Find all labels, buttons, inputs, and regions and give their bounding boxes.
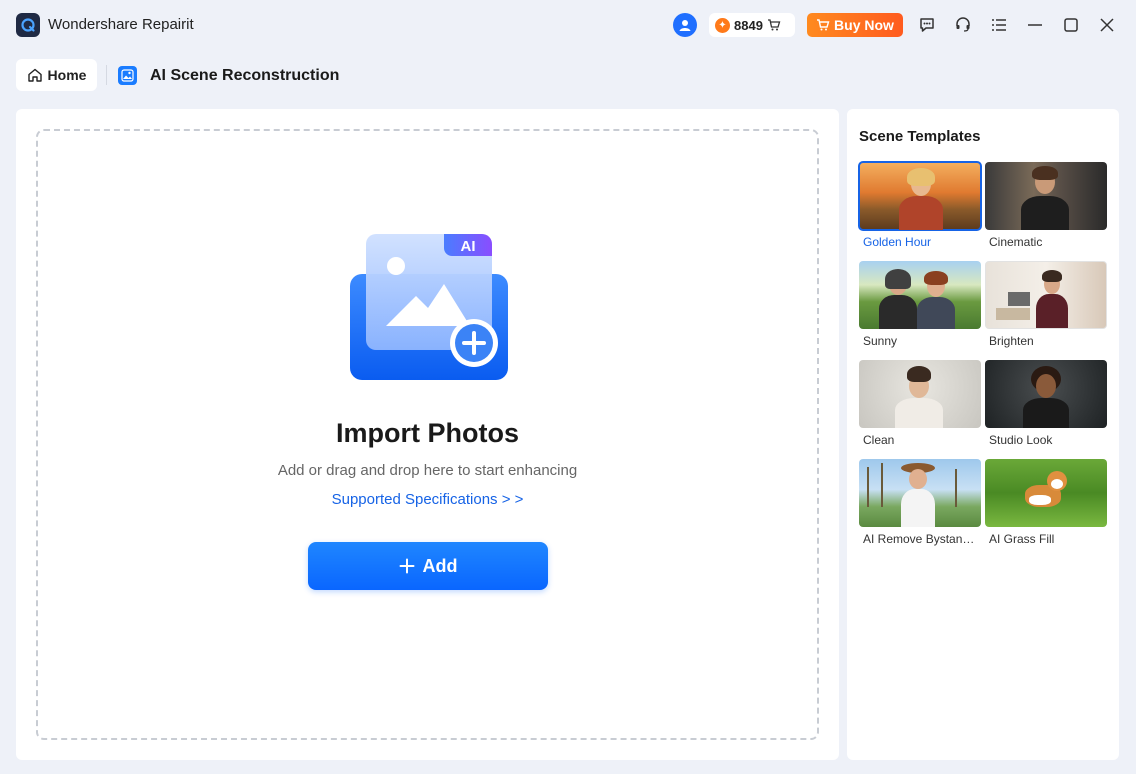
template-thumbnail: [859, 360, 981, 428]
buy-now-label: Buy Now: [834, 17, 894, 33]
import-photos-illustration: AI: [348, 232, 508, 382]
page-title: AI Scene Reconstruction: [150, 67, 340, 84]
template-ai-grass-fill[interactable]: AI Grass Fill: [985, 459, 1107, 549]
template-thumbnail: [985, 360, 1107, 428]
import-subtitle: Add or drag and drop here to start enhan…: [277, 462, 578, 479]
template-thumbnail: [859, 261, 981, 329]
template-sunny[interactable]: Sunny: [859, 261, 981, 351]
maximize-icon[interactable]: [1061, 15, 1081, 35]
scene-templates-title: Scene Templates: [859, 128, 981, 145]
scene-templates-panel: Scene Templates Golden Hour Cinematic Su…: [847, 109, 1119, 760]
buy-now-button[interactable]: Buy Now: [807, 13, 903, 37]
add-label: Add: [422, 555, 458, 576]
image-icon: [118, 66, 137, 85]
add-button[interactable]: Add: [308, 542, 548, 590]
support-icon[interactable]: [953, 15, 973, 35]
app-logo-icon: [16, 13, 40, 37]
template-cinematic[interactable]: Cinematic: [985, 162, 1107, 252]
template-label: Clean: [863, 433, 895, 447]
template-studio-look[interactable]: Studio Look: [985, 360, 1107, 450]
main-panel: AI Import Photos Add or drag and drop he…: [16, 109, 839, 760]
template-thumbnail: [985, 162, 1107, 230]
template-label: Sunny: [863, 334, 898, 348]
template-label: AI Grass Fill: [989, 532, 1055, 546]
drop-zone[interactable]: AI Import Photos Add or drag and drop he…: [36, 129, 819, 740]
template-golden-hour[interactable]: Golden Hour: [858, 161, 982, 252]
app-title: Wondershare Repairit: [48, 16, 194, 33]
import-title: Import Photos: [336, 418, 519, 448]
credits-count: 8849: [734, 17, 763, 33]
cart-icon: [767, 18, 781, 32]
template-brighten[interactable]: Brighten: [985, 261, 1107, 351]
menu-icon[interactable]: [989, 15, 1009, 35]
template-label: AI Remove Bystand...: [863, 532, 979, 546]
home-button[interactable]: Home: [16, 59, 97, 91]
template-thumbnail: [985, 459, 1107, 527]
template-label: Golden Hour: [863, 235, 932, 249]
template-label: Cinematic: [989, 235, 1043, 249]
template-clean[interactable]: Clean: [859, 360, 981, 450]
template-thumbnail: [985, 261, 1107, 329]
template-ai-remove-bystanders[interactable]: AI Remove Bystand...: [859, 459, 981, 549]
cart-icon: [816, 18, 830, 32]
user-icon[interactable]: [673, 13, 697, 37]
close-icon[interactable]: [1097, 15, 1117, 35]
minimize-icon[interactable]: [1025, 15, 1045, 35]
breadcrumb-divider: [106, 65, 107, 85]
credits-badge[interactable]: ✦ 8849: [709, 13, 795, 37]
home-label: Home: [47, 67, 87, 83]
coin-icon: ✦: [715, 17, 730, 33]
supported-specifications-link[interactable]: Supported Specifications > >: [38, 491, 817, 508]
home-icon: [27, 67, 43, 83]
template-thumbnail: [858, 161, 982, 231]
template-label: Studio Look: [989, 433, 1053, 447]
template-thumbnail: [859, 459, 981, 527]
ai-badge-text: AI: [461, 238, 476, 255]
feedback-icon[interactable]: [917, 15, 937, 35]
plus-icon: [399, 558, 415, 574]
template-label: Brighten: [989, 334, 1034, 348]
